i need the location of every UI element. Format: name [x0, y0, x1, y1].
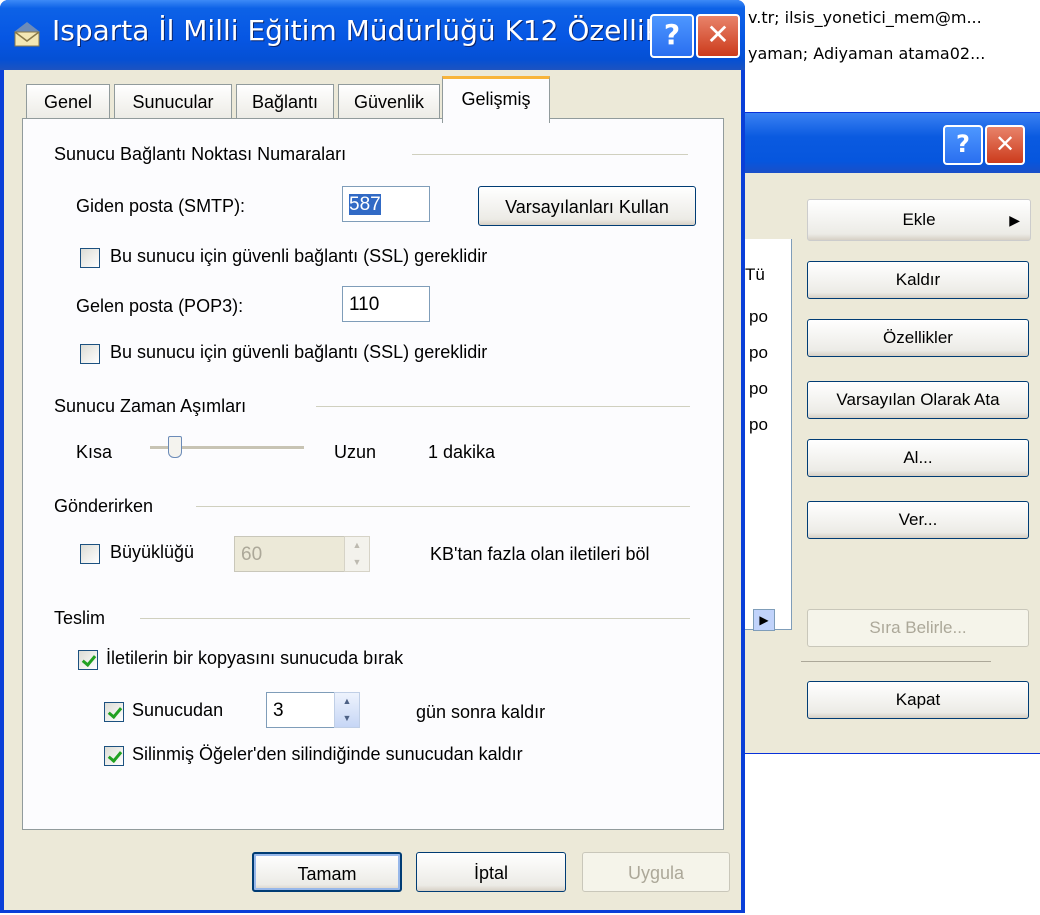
split-size-spinner[interactable]: ▲ ▼ [344, 536, 370, 572]
help-icon[interactable]: ? [650, 14, 694, 58]
mail-account-icon [14, 22, 40, 47]
pop3-port-input[interactable]: 110 [342, 286, 430, 322]
timeout-long-label: Uzun [334, 442, 377, 462]
smtp-port-input[interactable]: 587 [342, 186, 430, 222]
spin-down-icon[interactable]: ▼ [335, 710, 359, 727]
set-order-button[interactable]: Sıra Belirle... [807, 609, 1029, 647]
timeout-slider-thumb[interactable] [168, 436, 182, 458]
leave-copy-label[interactable]: İletilerin bir kopyasını sunucuda bırak [106, 648, 403, 669]
ok-button[interactable]: Tamam [252, 852, 402, 892]
list-column-header[interactable]: Tü [745, 265, 765, 285]
tab-servers[interactable]: Sunucular [114, 84, 232, 119]
scroll-right-icon[interactable]: ▶ [753, 609, 775, 631]
days-input[interactable]: 3 [266, 692, 336, 728]
pop3-ssl-label[interactable]: Bu sunucu için güvenli bağlantı (SSL) ge… [110, 342, 487, 363]
close-button[interactable]: Kapat [807, 681, 1029, 719]
use-defaults-button[interactable]: Varsayılanları Kullan [478, 186, 696, 226]
properties-button[interactable]: Özellikler [807, 319, 1029, 357]
spin-up-icon[interactable]: ▲ [345, 537, 369, 554]
split-messages-checkbox[interactable] [80, 544, 100, 564]
smtp-label: Giden posta (SMTP): [76, 196, 246, 216]
split-size-suffix: KB'tan fazla olan iletileri böl [430, 544, 650, 564]
list-item[interactable]: po [749, 343, 768, 363]
divider [801, 661, 991, 662]
remove-deleted-checkbox[interactable] [104, 746, 124, 766]
bg-close-icon[interactable]: ✕ [985, 125, 1025, 165]
bg-help-icon[interactable]: ? [943, 125, 983, 165]
group-divider [316, 406, 690, 407]
tab-connection[interactable]: Bağlantı [236, 84, 334, 119]
tab-security[interactable]: Güvenlik [338, 84, 440, 119]
import-button[interactable]: Al... [807, 439, 1029, 477]
leave-copy-checkbox[interactable] [78, 650, 98, 670]
apply-button[interactable]: Uygula [582, 852, 730, 892]
days-spinner[interactable]: ▲ ▼ [334, 692, 360, 728]
timeouts-group-title: Sunucu Zaman Aşımları [54, 396, 247, 416]
cancel-button[interactable]: İptal [416, 852, 566, 892]
pop3-ssl-checkbox[interactable] [80, 344, 100, 364]
days-suffix: gün sonra kaldır [416, 702, 546, 722]
pop3-label: Gelen posta (POP3): [76, 296, 244, 316]
bg-recipient-line-1: v.tr; ilsis_yonetici_mem@m... [748, 8, 982, 27]
tab-advanced[interactable]: Gelişmiş [442, 76, 550, 123]
ports-group-title: Sunucu Bağlantı Noktası Numaraları [54, 144, 347, 164]
group-divider [196, 506, 690, 507]
group-divider [412, 154, 688, 155]
group-divider [140, 618, 690, 619]
timeout-value: 1 dakika [428, 442, 496, 462]
add-button[interactable]: Ekle ▶ [807, 199, 1031, 241]
remove-deleted-label[interactable]: Silinmiş Öğeler'den silindiğinde sunucud… [132, 744, 523, 765]
export-button[interactable]: Ver... [807, 501, 1029, 539]
bg-recipient-line-2: yaman; Adiyaman atama02... [748, 44, 986, 63]
sending-group-title: Gönderirken [54, 496, 154, 516]
arrow-right-icon: ▶ [1009, 212, 1020, 228]
tab-general[interactable]: Genel [26, 84, 110, 119]
remove-after-label[interactable]: Sunucudan [132, 700, 223, 721]
remove-after-checkbox[interactable] [104, 702, 124, 722]
spin-down-icon[interactable]: ▼ [345, 554, 369, 571]
dialog-titlebar[interactable]: Isparta İl Milli Eğitim Müdürlüğü K12 Öz… [0, 0, 745, 70]
timeout-short-label: Kısa [76, 442, 113, 462]
close-icon[interactable]: ✕ [696, 14, 740, 58]
set-default-button[interactable]: Varsayılan Olarak Ata [807, 381, 1029, 419]
list-item[interactable]: po [749, 307, 768, 327]
split-size-label[interactable]: Büyüklüğü [110, 542, 194, 563]
spin-up-icon[interactable]: ▲ [335, 693, 359, 710]
delivery-group-title: Teslim [54, 608, 106, 628]
dialog-title: Isparta İl Milli Eğitim Müdürlüğü K12 Öz… [52, 14, 688, 47]
split-size-input[interactable]: 60 [234, 536, 346, 572]
remove-button[interactable]: Kaldır [807, 261, 1029, 299]
list-item[interactable]: po [749, 415, 768, 435]
smtp-ssl-label[interactable]: Bu sunucu için güvenli bağlantı (SSL) ge… [110, 246, 487, 267]
smtp-ssl-checkbox[interactable] [80, 248, 100, 268]
list-item[interactable]: po [749, 379, 768, 399]
